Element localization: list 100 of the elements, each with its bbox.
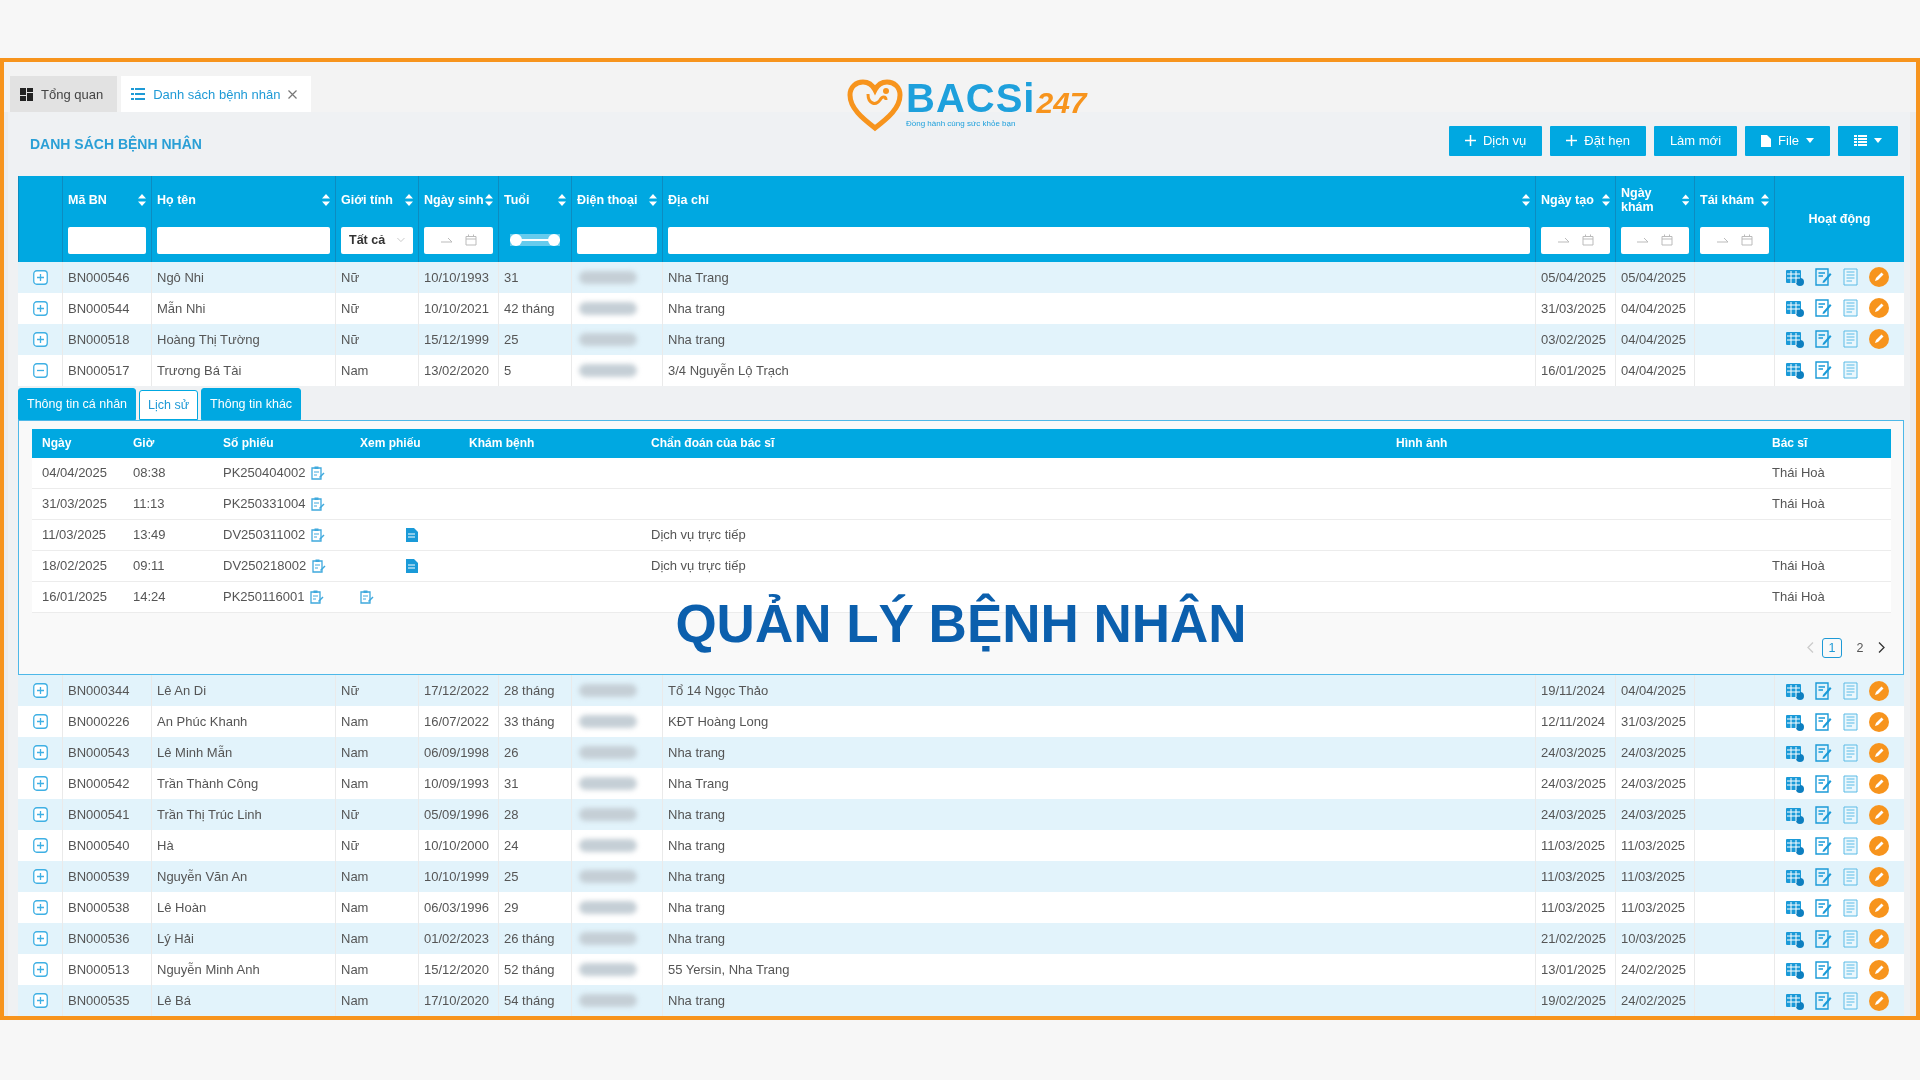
edit-note-icon[interactable] <box>1815 774 1832 793</box>
page-button[interactable]: 1 <box>1822 637 1842 658</box>
document-icon[interactable] <box>1843 898 1858 917</box>
expand-icon[interactable] <box>32 776 48 792</box>
date-range-field[interactable] <box>424 226 493 254</box>
expand-icon[interactable] <box>32 869 48 885</box>
expand-icon[interactable] <box>32 900 48 916</box>
pencil-icon[interactable] <box>1869 897 1889 918</box>
document-icon[interactable] <box>1843 330 1858 349</box>
pencil-icon[interactable] <box>1869 804 1889 825</box>
edit-note-icon[interactable] <box>1815 268 1832 287</box>
document-icon[interactable] <box>1843 929 1858 948</box>
calendar-icon[interactable] <box>1786 774 1804 793</box>
edit-note-icon[interactable] <box>1815 681 1832 700</box>
pencil-icon[interactable] <box>1869 773 1889 794</box>
calendar-icon[interactable] <box>1786 867 1804 886</box>
chevron-right-icon[interactable] <box>1878 642 1885 654</box>
calendar-icon[interactable] <box>1581 234 1594 247</box>
sort-icon[interactable] <box>485 193 493 206</box>
pencil-icon[interactable] <box>1869 680 1889 701</box>
expand-icon[interactable] <box>32 269 48 285</box>
document-icon[interactable] <box>1843 361 1858 380</box>
columns-button[interactable] <box>1838 125 1898 156</box>
edit-note-icon[interactable] <box>1815 361 1832 380</box>
pencil-icon[interactable] <box>1869 835 1889 856</box>
calendar-icon[interactable] <box>1786 361 1804 380</box>
pencil-icon[interactable] <box>1869 267 1889 288</box>
sort-icon[interactable] <box>558 193 566 206</box>
document-icon[interactable] <box>1843 836 1858 855</box>
expand-icon[interactable] <box>32 331 48 347</box>
expand-icon[interactable] <box>32 745 48 761</box>
calendar-icon[interactable] <box>1786 836 1804 855</box>
pencil-icon[interactable] <box>1869 329 1889 350</box>
expand-icon[interactable] <box>32 993 48 1009</box>
age-range-slider[interactable] <box>510 234 560 247</box>
expand-icon[interactable] <box>32 962 48 978</box>
calendar-icon[interactable] <box>1786 681 1804 700</box>
sort-icon[interactable] <box>1681 193 1689 206</box>
sort-icon[interactable] <box>322 193 330 206</box>
pencil-icon[interactable] <box>1869 990 1889 1011</box>
pencil-icon[interactable] <box>1869 711 1889 732</box>
clipboard-icon[interactable] <box>312 558 327 573</box>
edit-note-icon[interactable] <box>1815 898 1832 917</box>
edit-note-icon[interactable] <box>1815 836 1832 855</box>
clipboard-icon[interactable] <box>311 527 326 542</box>
edit-note-icon[interactable] <box>1815 929 1832 948</box>
page-tab[interactable]: Tổng quan <box>10 76 118 112</box>
pencil-icon[interactable] <box>1869 742 1889 763</box>
edit-note-icon[interactable] <box>1815 805 1832 824</box>
filter-field[interactable] <box>68 226 146 254</box>
edit-note-icon[interactable] <box>1815 991 1832 1010</box>
document-icon[interactable] <box>1843 805 1858 824</box>
calendar-icon[interactable] <box>1661 234 1673 247</box>
toolbar-button[interactable]: Dịch vụ <box>1449 125 1543 156</box>
document-icon[interactable] <box>1843 712 1858 731</box>
filter-field[interactable] <box>577 226 657 254</box>
clipboard-icon[interactable] <box>360 589 374 604</box>
pencil-icon[interactable] <box>1869 959 1889 980</box>
sort-icon[interactable] <box>1761 193 1769 206</box>
calendar-icon[interactable] <box>1786 299 1804 318</box>
edit-note-icon[interactable] <box>1815 960 1832 979</box>
document-icon[interactable] <box>1843 681 1858 700</box>
document-icon[interactable] <box>1843 991 1858 1010</box>
calendar-icon[interactable] <box>464 234 477 247</box>
sort-icon[interactable] <box>138 193 146 206</box>
sort-icon[interactable] <box>1602 193 1610 206</box>
filter-field[interactable] <box>668 226 1530 254</box>
expand-icon[interactable] <box>32 300 48 316</box>
clipboard-icon[interactable] <box>311 496 326 511</box>
calendar-icon[interactable] <box>1786 743 1804 762</box>
filter-field[interactable] <box>157 226 330 254</box>
page-tab[interactable]: Danh sách bệnh nhân <box>121 76 312 112</box>
calendar-icon[interactable] <box>1786 991 1804 1010</box>
calendar-icon[interactable] <box>1786 268 1804 287</box>
date-range-field[interactable] <box>1700 226 1769 254</box>
toolbar-button[interactable]: Đặt hẹn <box>1550 125 1646 156</box>
expand-icon[interactable] <box>32 931 48 947</box>
expand-icon[interactable] <box>32 838 48 854</box>
document-icon[interactable] <box>1843 867 1858 886</box>
sort-icon[interactable] <box>405 193 413 206</box>
calendar-icon[interactable] <box>1786 929 1804 948</box>
gender-select[interactable]: Tất cả <box>341 226 413 254</box>
toolbar-button[interactable]: Làm mới <box>1653 125 1738 156</box>
document-icon[interactable] <box>1843 299 1858 318</box>
edit-note-icon[interactable] <box>1815 299 1832 318</box>
detail-tab[interactable]: Lịch sử <box>139 389 199 420</box>
expand-icon[interactable] <box>32 714 48 730</box>
calendar-icon[interactable] <box>1786 330 1804 349</box>
calendar-icon[interactable] <box>1786 960 1804 979</box>
edit-note-icon[interactable] <box>1815 712 1832 731</box>
sort-icon[interactable] <box>1522 193 1530 206</box>
document-icon[interactable] <box>1843 774 1858 793</box>
edit-note-icon[interactable] <box>1815 867 1832 886</box>
sort-icon[interactable] <box>649 193 657 206</box>
file-button[interactable]: File <box>1745 125 1830 156</box>
date-range-field[interactable] <box>1621 226 1689 254</box>
clipboard-icon[interactable] <box>311 465 326 480</box>
document-icon[interactable] <box>1843 960 1858 979</box>
calendar-icon[interactable] <box>1740 234 1753 247</box>
date-range-field[interactable] <box>1541 226 1610 254</box>
